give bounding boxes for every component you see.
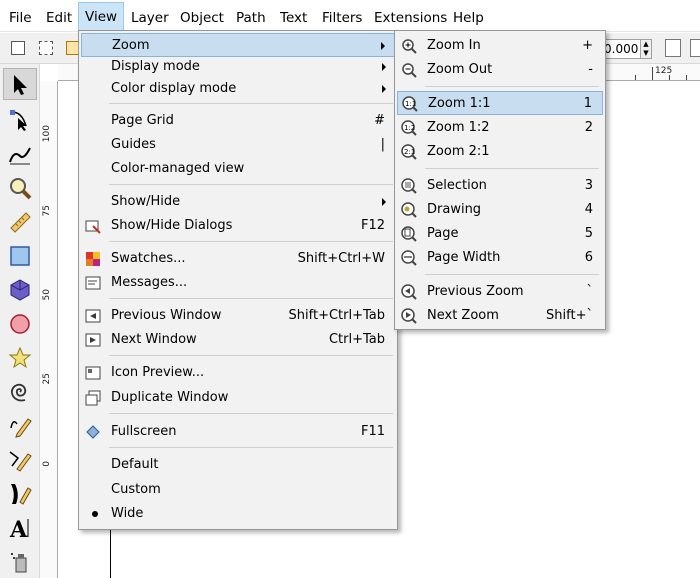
rectangle-tool-icon[interactable] bbox=[3, 240, 37, 272]
menu-file[interactable]: File bbox=[9, 8, 32, 28]
duplicate-window-icon bbox=[85, 390, 101, 406]
radio-dot-icon bbox=[92, 511, 98, 517]
pen-tool-icon[interactable] bbox=[3, 444, 37, 476]
menu-item-zoom-selection[interactable]: Selection 3 bbox=[397, 174, 603, 198]
svg-text:1:1: 1:1 bbox=[405, 100, 416, 108]
ruler-label: 50 bbox=[42, 289, 52, 301]
menu-object[interactable]: Object bbox=[180, 8, 224, 28]
menu-item-page-grid[interactable]: Page Grid # bbox=[81, 109, 395, 133]
menu-layer[interactable]: Layer bbox=[131, 8, 169, 28]
spiral-tool-icon[interactable] bbox=[3, 376, 37, 408]
tweak-tool-icon[interactable] bbox=[3, 138, 37, 170]
menu-path[interactable]: Path bbox=[236, 8, 266, 28]
3dbox-tool-icon[interactable] bbox=[3, 274, 37, 306]
menu-item-custom[interactable]: Custom bbox=[81, 478, 395, 502]
zoom-1-1-icon: 1:1 bbox=[402, 96, 418, 112]
ellipse-tool-icon[interactable] bbox=[3, 308, 37, 340]
ruler-label: 25 bbox=[42, 373, 52, 385]
ruler-label: 100 bbox=[42, 125, 52, 143]
zoom-page-width-icon bbox=[401, 250, 417, 266]
zoom-2-1-icon: 2:1 bbox=[401, 144, 417, 160]
menu-filters[interactable]: Filters bbox=[322, 8, 362, 28]
menu-item-show-hide[interactable]: Show/Hide bbox=[81, 190, 395, 214]
swatches-icon bbox=[85, 251, 101, 267]
menu-item-display-mode[interactable]: Display mode bbox=[81, 55, 395, 79]
menu-item-zoom-previous[interactable]: Previous Zoom ` bbox=[397, 280, 603, 304]
menu-item-zoom-1-2[interactable]: 1:2 Zoom 1:2 2 bbox=[397, 116, 603, 140]
menu-bar: File Edit View Layer Object Path Text Fi… bbox=[0, 0, 700, 32]
zoom-in-icon bbox=[401, 38, 417, 54]
text-tool-icon[interactable]: A bbox=[3, 512, 37, 544]
menu-item-zoom-in[interactable]: Zoom In + bbox=[397, 34, 603, 58]
menu-item-swatches[interactable]: Swatches... Shift+Ctrl+W bbox=[81, 247, 395, 271]
zoom-tool-icon[interactable] bbox=[3, 172, 37, 204]
svg-text:2:1: 2:1 bbox=[404, 148, 415, 156]
menu-item-fullscreen[interactable]: Fullscreen F11 bbox=[81, 420, 395, 444]
menu-item-duplicate-window[interactable]: Duplicate Window bbox=[81, 386, 395, 410]
menu-text[interactable]: Text bbox=[280, 8, 307, 28]
menu-item-zoom-out[interactable]: Zoom Out - bbox=[397, 58, 603, 82]
messages-icon bbox=[85, 275, 101, 291]
menu-extensions[interactable]: Extensions bbox=[374, 8, 447, 28]
zoom-submenu: Zoom In + Zoom Out - 1:1 Zoom 1:1 1 1:2 Zoo… bbox=[394, 30, 606, 330]
zoom-1-2-icon: 1:2 bbox=[401, 120, 417, 136]
menu-item-icon-preview[interactable]: Icon Preview... bbox=[81, 361, 395, 385]
select-all-layers-icon[interactable] bbox=[35, 37, 57, 59]
zoom-selection-icon bbox=[401, 178, 417, 194]
menu-edit[interactable]: Edit bbox=[46, 8, 72, 28]
calligraphy-tool-icon[interactable] bbox=[3, 478, 37, 510]
svg-text:A: A bbox=[9, 517, 28, 540]
next-window-icon bbox=[85, 332, 101, 348]
pencil-tool-icon[interactable] bbox=[3, 410, 37, 442]
spin-arrows[interactable]: ▲ ▼ bbox=[640, 39, 652, 59]
ruler-label: 0 bbox=[42, 461, 52, 467]
star-tool-icon[interactable] bbox=[3, 342, 37, 374]
menu-item-color-managed-view[interactable]: Color-managed view bbox=[81, 157, 395, 181]
ruler-vertical: 100 75 50 25 0 bbox=[40, 81, 58, 578]
zoom-out-icon bbox=[401, 62, 417, 78]
node-tool-icon[interactable] bbox=[3, 104, 37, 136]
menu-item-zoom-page[interactable]: Page 5 bbox=[397, 222, 603, 246]
menu-help[interactable]: Help bbox=[453, 8, 484, 28]
zoom-drawing-icon bbox=[401, 202, 417, 218]
menu-item-zoom-page-width[interactable]: Page Width 6 bbox=[397, 246, 603, 270]
zoom-previous-icon bbox=[401, 284, 417, 300]
zoom-page-icon bbox=[401, 226, 417, 242]
menu-view[interactable]: View bbox=[78, 2, 125, 31]
selector-tool-icon[interactable] bbox=[3, 68, 37, 100]
icon-preview-icon bbox=[85, 365, 101, 381]
coordinate-input[interactable]: 0.000 bbox=[603, 39, 641, 59]
toolbox: A bbox=[0, 64, 40, 578]
menu-item-zoom-next[interactable]: Next Zoom Shift+` bbox=[397, 304, 603, 328]
ruler-label: 75 bbox=[42, 205, 52, 217]
menu-item-messages[interactable]: Messages... bbox=[81, 271, 395, 295]
dialogs-icon bbox=[85, 218, 101, 234]
menu-item-previous-window[interactable]: Previous Window Shift+Ctrl+Tab bbox=[81, 304, 395, 328]
menu-item-zoom-1-1[interactable]: 1:1 Zoom 1:1 1 bbox=[397, 91, 603, 115]
width-icon[interactable] bbox=[690, 39, 700, 57]
spray-tool-icon[interactable] bbox=[3, 546, 37, 578]
svg-text:1:2: 1:2 bbox=[404, 124, 415, 132]
select-all-icon[interactable] bbox=[7, 37, 29, 59]
menu-item-show-hide-dialogs[interactable]: Show/Hide Dialogs F12 bbox=[81, 214, 395, 238]
previous-window-icon bbox=[85, 308, 101, 324]
menu-item-zoom-2-1[interactable]: 2:1 Zoom 2:1 bbox=[397, 140, 603, 164]
fullscreen-icon bbox=[85, 424, 101, 440]
menu-item-zoom-drawing[interactable]: Drawing 4 bbox=[397, 198, 603, 222]
measure-tool-icon[interactable] bbox=[3, 206, 37, 238]
zoom-next-icon bbox=[401, 308, 417, 324]
menu-item-guides[interactable]: Guides | bbox=[81, 133, 395, 157]
view-menu: Zoom Display mode Color display mode Pag… bbox=[78, 30, 398, 530]
menu-item-zoom[interactable]: Zoom bbox=[81, 33, 395, 57]
lock-icon[interactable] bbox=[665, 39, 681, 57]
menu-item-wide[interactable]: Wide bbox=[81, 502, 395, 526]
menu-item-next-window[interactable]: Next Window Ctrl+Tab bbox=[81, 328, 395, 352]
menu-item-default[interactable]: Default bbox=[81, 453, 395, 477]
menu-item-color-display-mode[interactable]: Color display mode bbox=[81, 77, 395, 101]
